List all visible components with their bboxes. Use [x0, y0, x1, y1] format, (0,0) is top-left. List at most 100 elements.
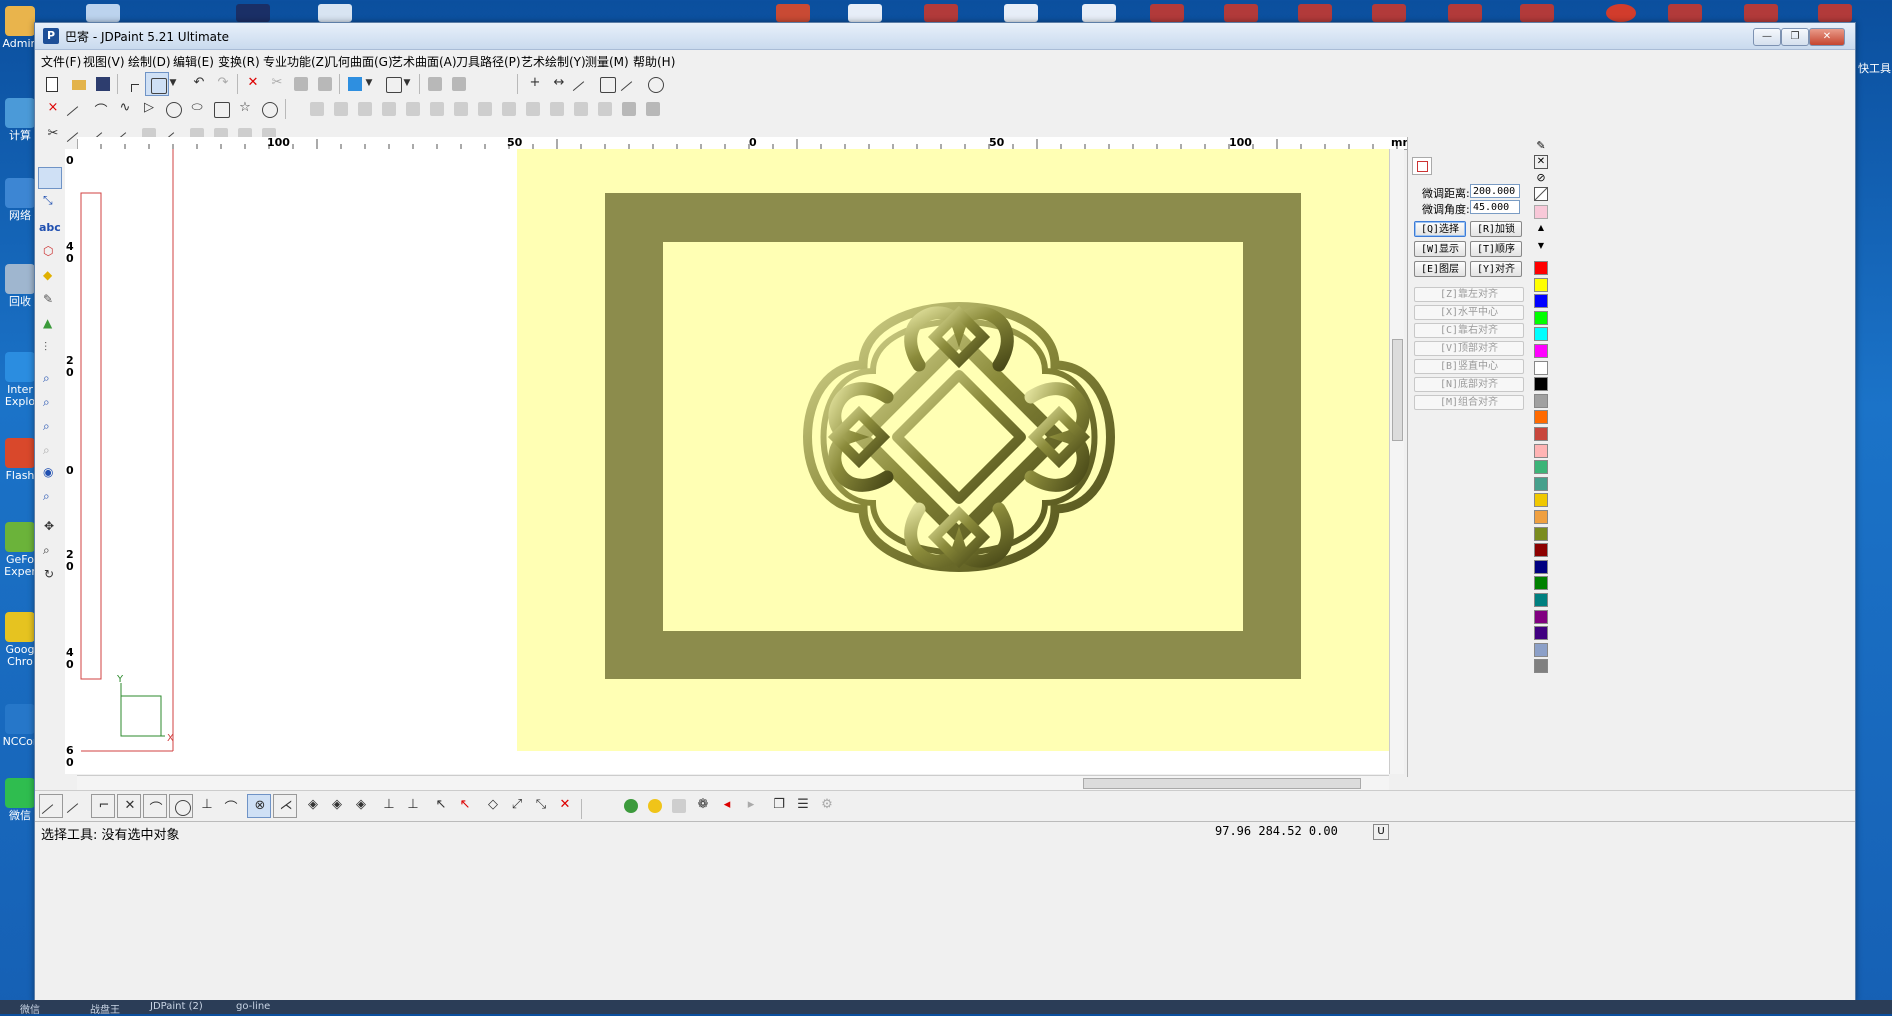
spline-icon[interactable]: ∿	[113, 97, 137, 121]
align-icon[interactable]	[449, 97, 473, 121]
color-swatch[interactable]	[1534, 642, 1548, 657]
color-swatch[interactable]	[1534, 344, 1548, 358]
color-swatch[interactable]	[1534, 493, 1548, 508]
desktop-icon[interactable]: 网络	[2, 178, 38, 222]
menu-item[interactable]: 专业功能(Z)	[263, 53, 329, 70]
app-icon[interactable]	[318, 4, 352, 22]
align-button[interactable]: [M]组合对齐	[1414, 395, 1524, 410]
vertical-scrollbar[interactable]	[1389, 149, 1404, 774]
file-icon[interactable]	[1082, 4, 1116, 22]
eyedropper-icon[interactable]: ⊘	[1534, 171, 1548, 185]
cut-icon[interactable]: ✂	[265, 72, 289, 96]
crosshair-icon[interactable]	[119, 72, 143, 96]
taskbar-item[interactable]: go-line	[236, 1001, 270, 1012]
color-swatch[interactable]	[1534, 327, 1548, 342]
arc-dimension-icon[interactable]	[643, 72, 667, 96]
color-swatch[interactable]	[1534, 360, 1548, 375]
copy-icon[interactable]	[289, 72, 313, 96]
new-file-icon[interactable]	[41, 72, 65, 96]
file-icon[interactable]	[924, 4, 958, 22]
fine-distance-input[interactable]: 200.000	[1470, 184, 1520, 198]
menu-item[interactable]: 艺术绘制(Y)	[521, 53, 586, 70]
align-button[interactable]: [V]顶部对齐	[1414, 341, 1524, 356]
zoom-out-icon[interactable]: ⌕	[38, 393, 62, 415]
color-swatch[interactable]	[1534, 310, 1548, 325]
align-button[interactable]: [B]竖直中心	[1414, 359, 1524, 374]
no-color-icon[interactable]: ✕	[1534, 155, 1548, 169]
menu-item[interactable]: 艺术曲面(A)	[391, 53, 457, 70]
title-bar[interactable]: P 巴寄 - JDPaint 5.21 Ultimate — ❐ ✕	[35, 23, 1855, 50]
snap-tangent-icon[interactable]: ⌒	[143, 794, 167, 818]
color-swatch[interactable]	[1534, 576, 1548, 591]
panel-button[interactable]: [R]加锁	[1470, 221, 1522, 237]
align-button[interactable]: [N]底部对齐	[1414, 377, 1524, 392]
taskbar-item[interactable]: JDPaint (2)	[150, 1001, 203, 1012]
node-edit-icon[interactable]: ⤡	[38, 191, 62, 213]
shape-tool-icon[interactable]: ⬡	[38, 241, 62, 263]
arc-icon[interactable]: ⌒	[89, 97, 113, 121]
close-button[interactable]: ✕	[1809, 28, 1845, 46]
minimize-button[interactable]: —	[1753, 28, 1781, 46]
color-swatch[interactable]	[1534, 427, 1548, 441]
node-icon[interactable]: ◈	[301, 794, 325, 818]
snap-nearest-icon[interactable]: ⌒	[219, 794, 243, 818]
polygon-icon[interactable]	[257, 97, 281, 121]
align-icon[interactable]	[425, 97, 449, 121]
color-swatch[interactable]	[1534, 294, 1548, 309]
text-tool-icon[interactable]: abc	[38, 217, 62, 239]
layer-icon[interactable]: ⊥	[377, 794, 401, 818]
desktop-icon[interactable]: GeFo Exper	[2, 522, 38, 578]
color-swatch[interactable]	[1534, 659, 1548, 674]
fill-tool-icon[interactable]: ◆	[38, 265, 62, 287]
desktop-icon[interactable]: 微信	[2, 778, 38, 822]
chevron-down-icon[interactable]: ▼	[167, 72, 179, 96]
arrow-right-icon[interactable]: ▸	[739, 794, 763, 818]
rotate-view-icon[interactable]: ↻	[38, 565, 62, 587]
delete-icon[interactable]: ✕	[553, 794, 577, 818]
align-icon[interactable]	[353, 97, 377, 121]
drawing-canvas[interactable]: Y X	[77, 149, 1389, 774]
zoom-in-icon[interactable]: ⌕	[38, 417, 62, 439]
file-icon[interactable]	[1150, 4, 1184, 22]
save-icon[interactable]	[91, 72, 115, 96]
color-swatch[interactable]	[1534, 261, 1548, 275]
palette-icon[interactable]: ❁	[691, 794, 715, 818]
circle-icon[interactable]	[161, 97, 185, 121]
star-icon[interactable]: ☆	[233, 97, 257, 121]
snap-midpoint-icon[interactable]	[65, 794, 89, 818]
menu-item[interactable]: 几何曲面(G)	[326, 53, 393, 70]
color-swatch[interactable]	[1534, 443, 1548, 458]
desktop-icon[interactable]: NCCor	[2, 704, 38, 748]
desktop-icon[interactable]: 回收	[2, 264, 38, 308]
folder-icon[interactable]	[86, 4, 120, 22]
measure-icon[interactable]: ↔	[547, 72, 571, 96]
file-icon[interactable]	[1298, 4, 1332, 22]
scroll-down-icon[interactable]: ▼	[1534, 241, 1548, 255]
chevron-down-icon[interactable]: ▼	[363, 72, 375, 96]
color-swatch[interactable]	[1534, 626, 1548, 641]
file-icon[interactable]	[848, 4, 882, 22]
ellipse-icon[interactable]: ⬭	[185, 97, 209, 121]
vertical-scroll-thumb[interactable]	[1392, 339, 1403, 441]
panel-tab-icon[interactable]	[1412, 157, 1432, 175]
align-icon[interactable]	[569, 97, 593, 121]
menu-item[interactable]: 测量(M)	[585, 53, 629, 70]
color-swatch[interactable]	[1534, 526, 1548, 541]
menu-item[interactable]: 刀具路径(P)	[456, 53, 521, 70]
file-icon[interactable]	[1520, 4, 1554, 22]
app-icon[interactable]	[236, 4, 270, 22]
snap-grid-icon[interactable]: ⊗	[247, 794, 271, 818]
angle-icon[interactable]	[619, 72, 643, 96]
pointer-icon[interactable]: ↖	[429, 794, 453, 818]
zoom-realtime-icon[interactable]: ⌕	[38, 541, 62, 563]
polyline-icon[interactable]: ▷	[137, 97, 161, 121]
panel-button[interactable]: [Q]选择	[1414, 221, 1466, 237]
list-icon[interactable]: ☰	[791, 794, 815, 818]
pan-icon[interactable]: ✥	[38, 517, 62, 539]
menu-item[interactable]: 绘制(D)	[128, 53, 171, 70]
menu-item[interactable]: 视图(V)	[83, 53, 125, 70]
transform-icon[interactable]: ◇	[481, 794, 505, 818]
menu-item[interactable]: 变换(R)	[218, 53, 260, 70]
horizontal-scrollbar[interactable]	[77, 775, 1389, 790]
align-icon[interactable]	[593, 97, 617, 121]
